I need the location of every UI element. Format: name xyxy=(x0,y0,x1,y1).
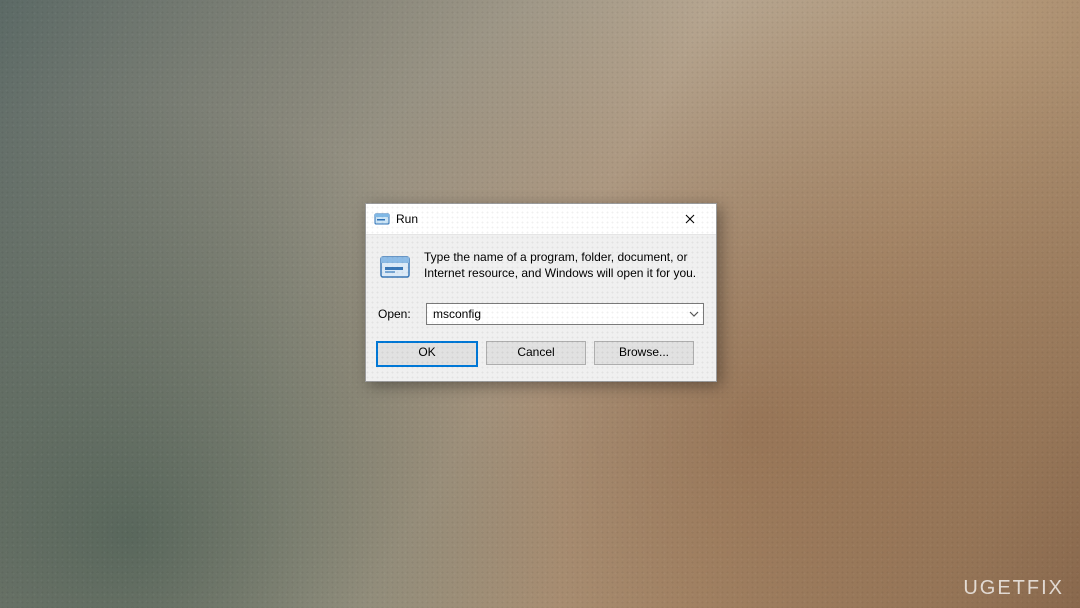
chevron-down-icon xyxy=(689,311,699,317)
watermark-text: UGETFIX xyxy=(963,577,1064,600)
ok-button[interactable]: OK xyxy=(376,341,478,367)
dialog-title: Run xyxy=(396,212,670,226)
run-title-icon xyxy=(374,211,390,227)
open-row: Open: xyxy=(378,303,704,325)
info-row: Type the name of a program, folder, docu… xyxy=(378,249,704,285)
combobox-dropdown-button[interactable] xyxy=(684,303,704,325)
cancel-button[interactable]: Cancel xyxy=(486,341,586,365)
button-row: OK Cancel Browse... xyxy=(378,325,704,381)
close-button[interactable] xyxy=(670,205,710,233)
desktop-background: Run Type the name of a progr xyxy=(0,0,1080,608)
title-bar[interactable]: Run xyxy=(366,204,716,235)
open-input[interactable] xyxy=(426,303,704,325)
close-icon xyxy=(685,214,695,224)
info-text: Type the name of a program, folder, docu… xyxy=(424,249,704,281)
dialog-content: Type the name of a program, folder, docu… xyxy=(366,235,716,381)
open-label: Open: xyxy=(378,307,416,321)
browse-button[interactable]: Browse... xyxy=(594,341,694,365)
run-dialog: Run Type the name of a progr xyxy=(365,203,717,382)
run-program-icon xyxy=(378,251,412,285)
open-combobox[interactable] xyxy=(426,303,704,325)
